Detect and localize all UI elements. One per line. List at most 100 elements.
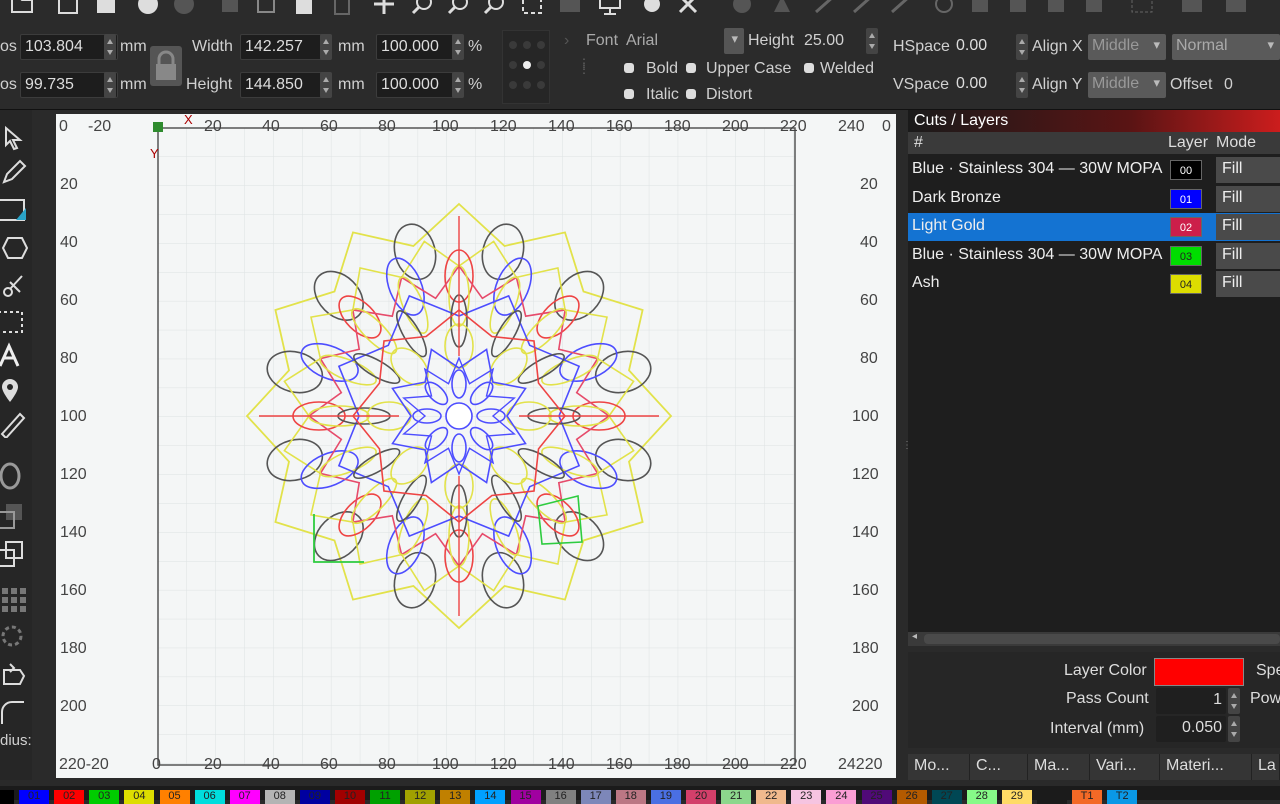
save-icon[interactable]	[56, 0, 80, 16]
palette-color-swatch[interactable]: 16	[545, 790, 576, 804]
cut-layer-row[interactable]: Blue · Stainless 304 — 30W MOPA 00 Fill	[908, 156, 1280, 184]
text-mode-dropdown[interactable]: Normal	[1172, 34, 1280, 60]
collapse-chevron-icon[interactable]: ›	[564, 32, 569, 50]
palette-color-swatch[interactable]: 04	[124, 790, 155, 804]
hspace-spinner[interactable]	[1016, 34, 1028, 60]
move-icon[interactable]	[372, 0, 396, 16]
paste-icon[interactable]	[254, 0, 278, 16]
redo-icon[interactable]	[172, 0, 196, 16]
tools-icon[interactable]	[676, 0, 700, 16]
scrollbar-thumb[interactable]	[924, 634, 1280, 644]
palette-color-swatch[interactable]: 20	[686, 790, 716, 804]
palette-color-swatch[interactable]: 22	[756, 790, 787, 804]
weld-icon[interactable]	[0, 502, 28, 530]
tab-console[interactable]: C...	[970, 754, 1028, 780]
align-y-dropdown[interactable]: Middle	[1088, 72, 1166, 98]
distribute-icon[interactable]	[1082, 0, 1106, 16]
camera-icon[interactable]	[558, 0, 582, 16]
italic-checkbox[interactable]	[624, 89, 634, 99]
scale-width-spinner[interactable]	[452, 34, 464, 60]
text-height-value[interactable]: 25.00	[804, 32, 844, 50]
position-pin-icon[interactable]	[0, 376, 28, 404]
palette-color-swatch[interactable]: 03	[89, 790, 120, 804]
ypos-spinner[interactable]	[104, 72, 116, 98]
cut-layer-row[interactable]: Blue · Stainless 304 — 30W MOPA 03 Fill	[908, 242, 1280, 270]
layer-color-swatch[interactable]: 04	[1170, 274, 1202, 294]
cut-mode-dropdown[interactable]: Fill	[1216, 271, 1280, 297]
group-icon[interactable]	[1130, 0, 1154, 16]
palette-color-swatch[interactable]: 18	[615, 790, 646, 804]
palette-color-swatch[interactable]: 05	[159, 790, 190, 804]
select-arrow-icon[interactable]	[0, 124, 28, 152]
monitor-icon[interactable]	[598, 0, 622, 16]
open-folder-icon[interactable]	[10, 0, 34, 16]
ungroup-icon[interactable]	[1180, 0, 1204, 16]
frame-icon[interactable]	[520, 0, 544, 16]
settings-gear-icon[interactable]	[640, 0, 664, 16]
target-icon[interactable]	[932, 0, 956, 16]
tab-variables[interactable]: Vari...	[1090, 754, 1160, 780]
interval-spinner[interactable]	[1228, 716, 1240, 742]
marquee-tool-icon[interactable]	[0, 308, 28, 336]
design-canvas[interactable]: X Y 0 -20 20 40 60 80 100 120 140 160 18…	[56, 112, 896, 778]
palette-color-swatch[interactable]: 06	[194, 790, 225, 804]
palette-color-swatch[interactable]: 19	[650, 790, 681, 804]
export-icon[interactable]	[94, 0, 118, 16]
zoom-in-icon[interactable]	[410, 0, 434, 16]
palette-color-swatch[interactable]: 13	[440, 790, 471, 804]
xpos-spinner[interactable]	[104, 34, 116, 60]
pencil-draw-icon[interactable]	[0, 158, 28, 186]
col-mode-header[interactable]: Mode	[1216, 134, 1256, 152]
boolean-union-icon[interactable]	[0, 540, 28, 568]
circular-array-icon[interactable]	[0, 622, 28, 650]
height-field[interactable]: 144.850	[240, 72, 332, 98]
palette-color-swatch[interactable]: 11	[370, 790, 401, 804]
vspace-spinner[interactable]	[1016, 72, 1028, 98]
palette-color-swatch[interactable]: 02	[54, 790, 85, 804]
palette-color-swatch[interactable]: 15	[510, 790, 541, 804]
scale-width-field[interactable]: 100.000	[376, 34, 462, 60]
palette-color-swatch[interactable]: 29	[1001, 790, 1032, 804]
polygon-tool-icon[interactable]	[0, 234, 28, 262]
tab-move[interactable]: Mo...	[908, 754, 970, 780]
height-spinner[interactable]	[320, 72, 332, 98]
palette-color-swatch[interactable]	[0, 790, 14, 804]
bold-checkbox[interactable]	[624, 63, 634, 73]
scale-height-field[interactable]: 100.000	[376, 72, 462, 98]
align-right-icon[interactable]	[1044, 0, 1068, 16]
layer-color-swatch[interactable]: 02	[1170, 217, 1202, 237]
col-layer-header[interactable]: Layer	[1168, 134, 1208, 152]
tab-materials[interactable]: Materi...	[1160, 754, 1252, 780]
pass-count-spinner[interactable]	[1228, 688, 1240, 714]
welded-checkbox[interactable]	[804, 63, 814, 73]
cuts-horizontal-scrollbar[interactable]: ◂	[908, 631, 1280, 646]
grid-array-icon[interactable]	[0, 586, 28, 614]
text-tool-icon[interactable]	[0, 342, 28, 370]
rotate-shape-icon[interactable]	[0, 660, 28, 688]
pen-icon[interactable]	[814, 0, 838, 16]
scroll-left-arrow-icon[interactable]: ◂	[912, 631, 917, 642]
palette-color-swatch[interactable]: 24	[826, 790, 857, 804]
layer-color-swatch[interactable]: 03	[1170, 245, 1202, 266]
layer-color-swatch[interactable]: 01	[1170, 188, 1202, 209]
distort-checkbox[interactable]	[686, 89, 696, 99]
palette-color-swatch[interactable]: 08	[264, 790, 295, 804]
undo-icon[interactable]	[136, 0, 160, 16]
cut-mode-dropdown[interactable]: Fill	[1216, 185, 1280, 212]
palette-color-swatch[interactable]: 14	[475, 790, 506, 804]
align-center-icon[interactable]	[1006, 0, 1030, 16]
drag-handle-icon[interactable]: ⋮ ⋮	[578, 57, 590, 75]
width-spinner[interactable]	[320, 34, 332, 60]
upper-case-checkbox[interactable]	[686, 63, 696, 73]
palette-color-swatch[interactable]: 10	[335, 790, 365, 804]
user-icon[interactable]	[730, 0, 754, 16]
palette-color-swatch[interactable]	[1037, 790, 1067, 804]
angle-icon[interactable]	[852, 0, 876, 16]
offset-shapes-icon[interactable]	[0, 462, 28, 490]
tab-machine[interactable]: Ma...	[1028, 754, 1090, 780]
cut-mode-dropdown[interactable]: Fill	[1216, 157, 1280, 183]
copy-icon[interactable]	[218, 0, 242, 16]
document-icon[interactable]	[292, 0, 316, 16]
cut-layer-row[interactable]: Dark Bronze 01 Fill	[908, 185, 1280, 213]
palette-color-swatch[interactable]: 21	[721, 790, 752, 804]
